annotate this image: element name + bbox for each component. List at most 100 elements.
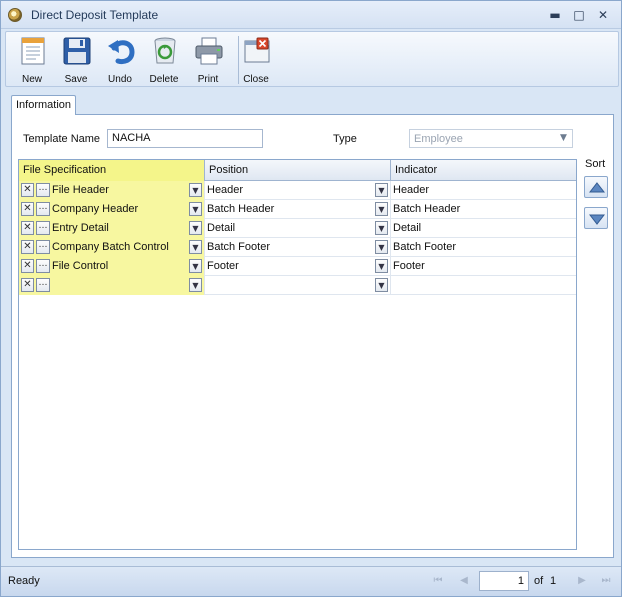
undo-button[interactable]: Undo xyxy=(98,34,142,86)
delete-button[interactable]: Delete xyxy=(142,34,186,86)
position-value: Detail xyxy=(207,222,236,234)
indicator-cell[interactable]: Detail xyxy=(391,219,576,238)
ellipsis-button[interactable]: … xyxy=(36,183,50,197)
file-spec-value: File Control xyxy=(52,260,109,272)
maximize-button[interactable]: □ xyxy=(567,6,591,24)
table-row[interactable]: ✕ … Entry Detail ▼ Detail ▼ Detail xyxy=(19,219,576,238)
table-row[interactable]: ✕ … Company Batch Control ▼ Batch Footer… xyxy=(19,238,576,257)
indicator-cell[interactable]: Batch Header xyxy=(391,200,576,219)
close-window-button[interactable]: ✕ xyxy=(591,6,615,24)
type-select[interactable]: Employee ▼ xyxy=(409,129,573,148)
status-text: Ready xyxy=(8,575,40,587)
close-label: Close xyxy=(243,74,269,85)
indicator-cell[interactable]: Batch Footer xyxy=(391,238,576,257)
position-cell[interactable]: Footer ▼ xyxy=(205,257,391,276)
undo-label: Undo xyxy=(108,74,132,85)
column-header-position[interactable]: Position xyxy=(205,160,391,181)
type-label: Type xyxy=(333,133,357,145)
chevron-down-icon: ▼ xyxy=(560,133,567,143)
file-spec-cell[interactable]: ✕ … Company Batch Control ▼ xyxy=(19,238,205,257)
close-button[interactable]: Close xyxy=(234,34,278,86)
template-name-input[interactable]: NACHA xyxy=(107,129,263,148)
arrow-up-icon xyxy=(589,182,605,193)
position-value: Batch Footer xyxy=(207,241,270,253)
file-spec-cell[interactable]: ✕ … File Header ▼ xyxy=(19,181,205,200)
file-spec-cell[interactable]: ✕ … Company Header ▼ xyxy=(19,200,205,219)
chevron-down-icon[interactable]: ▼ xyxy=(375,259,388,273)
chevron-down-icon[interactable]: ▼ xyxy=(375,202,388,216)
clear-icon[interactable]: ✕ xyxy=(21,278,34,292)
chevron-down-icon[interactable]: ▼ xyxy=(375,278,388,292)
chevron-down-icon[interactable]: ▼ xyxy=(189,240,202,254)
clear-icon[interactable]: ✕ xyxy=(21,183,34,197)
position-cell[interactable]: Batch Header ▼ xyxy=(205,200,391,219)
sort-up-button[interactable] xyxy=(584,176,608,198)
clear-icon[interactable]: ✕ xyxy=(21,240,34,254)
indicator-value: Header xyxy=(393,184,430,196)
indicator-value: Detail xyxy=(393,222,422,234)
position-cell[interactable]: Detail ▼ xyxy=(205,219,391,238)
table-row[interactable]: ✕ … File Header ▼ Header ▼ Header xyxy=(19,181,576,200)
new-label: New xyxy=(21,74,42,85)
file-spec-cell[interactable]: ✕ … ▼ xyxy=(19,276,205,295)
indicator-cell[interactable] xyxy=(391,276,576,295)
file-spec-cell[interactable]: ✕ … Entry Detail ▼ xyxy=(19,219,205,238)
first-page-icon[interactable]: ⏮ xyxy=(431,574,445,588)
chevron-down-icon[interactable]: ▼ xyxy=(189,278,202,292)
ellipsis-button[interactable]: … xyxy=(36,202,50,216)
chevron-down-icon[interactable]: ▼ xyxy=(375,221,388,235)
table-row[interactable]: ✕ … File Control ▼ Footer ▼ Footer xyxy=(19,257,576,276)
position-value: Header xyxy=(207,184,244,196)
position-cell[interactable]: ▼ xyxy=(205,276,391,295)
indicator-cell[interactable]: Header xyxy=(391,181,576,200)
ellipsis-button[interactable]: … xyxy=(36,259,50,273)
window-controls: ▬ □ ✕ xyxy=(543,6,615,24)
column-header-file-specification[interactable]: File Specification xyxy=(19,160,205,181)
clear-icon[interactable]: ✕ xyxy=(21,202,34,216)
clear-icon[interactable]: ✕ xyxy=(21,221,34,235)
table-row[interactable]: ✕ … Company Header ▼ Batch Header ▼ Batc… xyxy=(19,200,576,219)
table-row-new[interactable]: ✕ … ▼ ▼ xyxy=(19,276,576,295)
ellipsis-button[interactable]: … xyxy=(36,278,50,292)
grid-header: File Specification Position Indicator xyxy=(19,160,576,181)
prev-page-icon[interactable]: ◀ xyxy=(457,574,471,588)
toolbar: New Save Undo Delete Print Close xyxy=(5,31,619,87)
page-of-label: of xyxy=(534,575,544,587)
chevron-down-icon[interactable]: ▼ xyxy=(375,240,388,254)
page-total: 1 xyxy=(550,575,557,587)
chevron-down-icon[interactable]: ▼ xyxy=(189,183,202,197)
sort-label: Sort xyxy=(585,158,606,170)
minimize-button[interactable]: ▬ xyxy=(543,6,567,24)
clear-icon[interactable]: ✕ xyxy=(21,259,34,273)
chevron-down-icon[interactable]: ▼ xyxy=(375,183,388,197)
ellipsis-button[interactable]: … xyxy=(36,221,50,235)
position-cell[interactable]: Batch Footer ▼ xyxy=(205,238,391,257)
chevron-down-icon[interactable]: ▼ xyxy=(189,202,202,216)
print-label: Print xyxy=(197,74,219,85)
file-spec-value: Entry Detail xyxy=(52,222,109,234)
indicator-value: Footer xyxy=(393,260,425,272)
arrow-down-icon xyxy=(589,214,605,225)
position-value: Batch Header xyxy=(207,203,275,215)
save-button[interactable]: Save xyxy=(54,34,98,86)
new-button[interactable]: New xyxy=(10,34,54,86)
position-cell[interactable]: Header ▼ xyxy=(205,181,391,200)
file-spec-value: Company Header xyxy=(52,203,139,215)
ellipsis-button[interactable]: … xyxy=(36,240,50,254)
tab-information[interactable]: Information xyxy=(11,95,76,115)
app-window: Direct Deposit Template ▬ □ ✕ New Save U… xyxy=(0,0,622,597)
chevron-down-icon[interactable]: ▼ xyxy=(189,259,202,273)
new-document-icon xyxy=(21,37,45,65)
app-icon xyxy=(8,8,22,22)
file-spec-cell[interactable]: ✕ … File Control ▼ xyxy=(19,257,205,276)
status-bar: Ready ⏮ ◀ 1 of 1 ▶ ⏭ xyxy=(1,566,621,596)
sort-down-button[interactable] xyxy=(584,207,608,229)
column-header-indicator[interactable]: Indicator xyxy=(391,160,576,181)
chevron-down-icon[interactable]: ▼ xyxy=(189,221,202,235)
next-page-icon[interactable]: ▶ xyxy=(575,574,589,588)
last-page-icon[interactable]: ⏭ xyxy=(599,574,613,588)
window-title: Direct Deposit Template xyxy=(31,8,159,22)
page-number-input[interactable]: 1 xyxy=(479,571,529,591)
print-button[interactable]: Print xyxy=(186,34,230,86)
indicator-cell[interactable]: Footer xyxy=(391,257,576,276)
